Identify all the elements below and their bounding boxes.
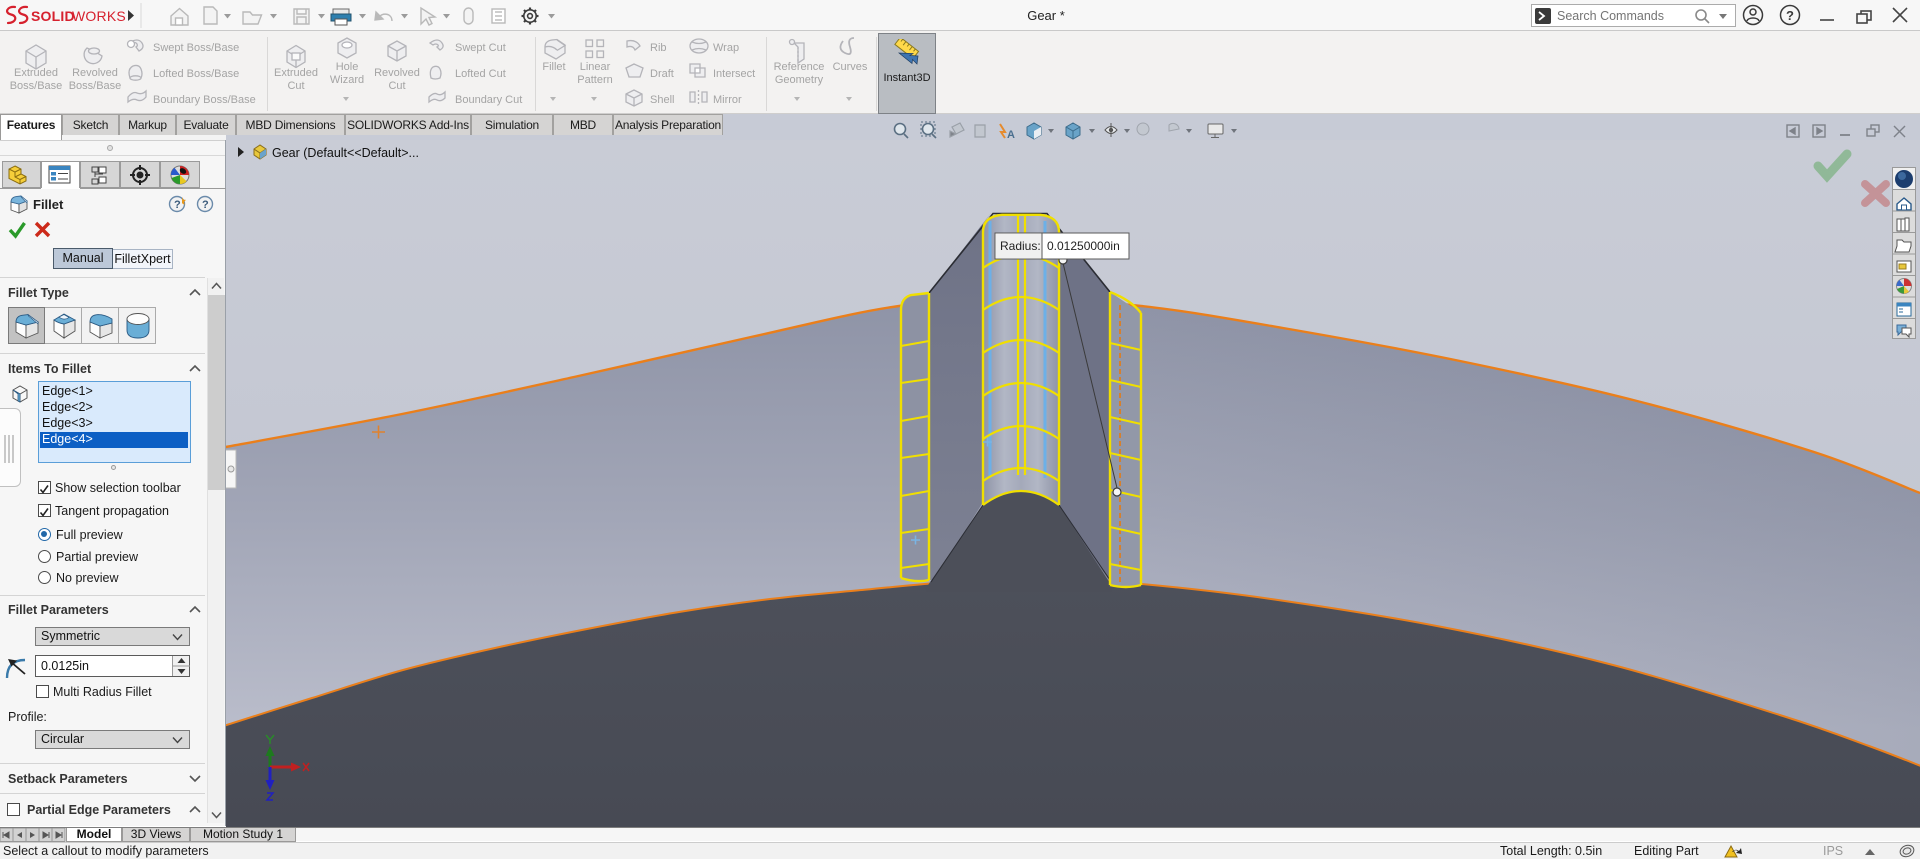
svg-text:SOLID: SOLID [31, 8, 75, 24]
svg-text:?: ? [202, 199, 209, 211]
svg-text:0.01250000in: 0.01250000in [1047, 239, 1120, 253]
svg-text:Radius:: Radius: [1000, 239, 1041, 253]
svg-text:Gear (Default<<Default>...: Gear (Default<<Default>... [272, 146, 419, 160]
svg-text:?: ? [1786, 8, 1794, 23]
svg-text:?: ? [174, 199, 181, 211]
svg-text:WORKS: WORKS [72, 8, 126, 24]
